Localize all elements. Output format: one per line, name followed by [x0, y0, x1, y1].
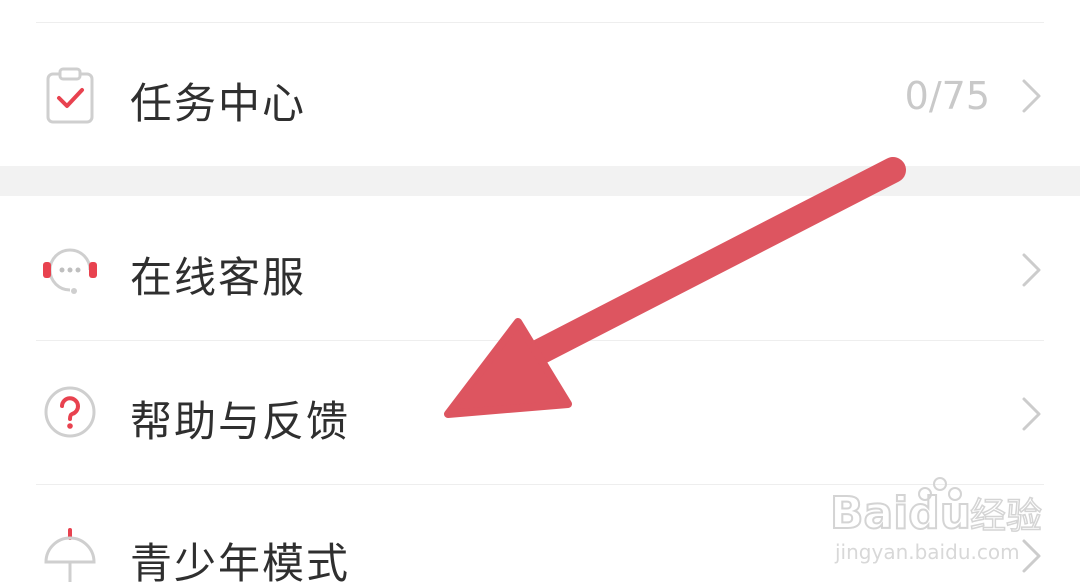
question-circle-icon	[44, 386, 96, 438]
svg-text:经验: 经验	[970, 496, 1042, 537]
chevron-right-icon	[1022, 79, 1041, 113]
settings-menu: 任务中心 0/75 在线客服 帮助与反馈 青少年模式 Baidu 经验 jing…	[0, 0, 1080, 584]
umbrella-icon	[44, 528, 96, 582]
chevron-right-icon	[1022, 253, 1041, 287]
divider	[36, 340, 1044, 341]
menu-item-label: 在线客服	[130, 253, 307, 302]
menu-item-label: 任务中心	[130, 79, 307, 128]
chevron-right-icon	[1022, 397, 1041, 431]
task-progress-count: 0/75	[904, 74, 990, 118]
menu-item-label: 帮助与反馈	[130, 397, 351, 446]
clipboard-check-icon	[46, 67, 94, 124]
section-gap	[0, 166, 1080, 196]
menu-item-label: 青少年模式	[130, 539, 351, 584]
menu-item-task-center[interactable]: 任务中心 0/75	[0, 26, 1080, 166]
menu-item-help-feedback[interactable]: 帮助与反馈	[0, 342, 1080, 482]
menu-item-online-service[interactable]: 在线客服	[0, 200, 1080, 340]
divider	[36, 22, 1044, 23]
watermark-url: jingyan.baidu.com	[835, 540, 1020, 564]
headset-icon	[43, 248, 97, 294]
